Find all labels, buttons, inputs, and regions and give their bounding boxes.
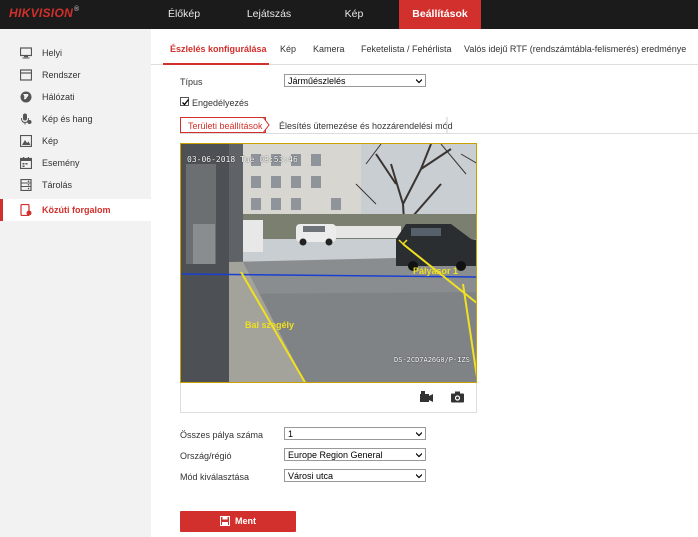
tab-camera[interactable]: Kamera xyxy=(313,44,345,54)
lane-label: Pályasor 1 xyxy=(413,266,459,276)
save-button-label: Ment xyxy=(235,516,256,526)
subtab-area-settings-label: Területi beállítások xyxy=(188,121,263,131)
sidebar-item-label: Tárolás xyxy=(42,180,73,190)
video-toolbar xyxy=(180,383,477,413)
image-icon xyxy=(20,135,32,147)
camera-icon[interactable] xyxy=(451,391,464,403)
chevron-down-icon xyxy=(416,79,422,84)
sidebar-item-label: Hálózati xyxy=(42,92,75,102)
sidebar-item-label: Közúti forgalom xyxy=(42,205,111,215)
top-bar: HIKVISION® Élőkép Lejátszás Kép Beállítá… xyxy=(0,0,698,29)
sidebar-item-label: Helyi xyxy=(42,48,63,58)
lanes-select-value: 1 xyxy=(288,429,294,439)
country-label: Ország/régió xyxy=(180,451,232,461)
tab-blacklist-whitelist[interactable]: Feketelista / Fehérlista xyxy=(361,44,452,54)
nav-live-view[interactable]: Élőkép xyxy=(158,0,210,29)
type-select[interactable]: Járműészlelés xyxy=(284,74,426,87)
calendar-icon xyxy=(20,157,32,169)
tab-active-indicator xyxy=(163,63,269,65)
subtab-separator xyxy=(446,117,448,133)
enable-checkbox[interactable] xyxy=(180,97,190,106)
lanes-label: Összes pálya száma xyxy=(180,430,264,440)
camera-scene xyxy=(181,144,476,382)
chevron-down-icon xyxy=(416,453,422,458)
live-video-view[interactable]: 03-06-2018 Tue 09:53:46 DS-2CD7A26G0/P-I… xyxy=(180,143,477,383)
system-icon xyxy=(20,69,32,81)
subtab-arming-schedule[interactable]: Élesítés ütemezése és hozzárendelési mód xyxy=(279,121,453,131)
check-icon xyxy=(182,99,190,106)
sidebar-item-label: Rendszer xyxy=(42,70,81,80)
sidebar-item-label: Kép xyxy=(42,136,59,146)
nav-picture[interactable]: Kép xyxy=(335,0,373,29)
sidebar: Helyi Rendszer Hálózati Kép és hang Kép … xyxy=(0,29,151,537)
country-select[interactable]: Europe Region General xyxy=(284,448,426,461)
tab-picture[interactable]: Kép xyxy=(280,44,296,54)
subtab-arrow xyxy=(263,117,270,134)
enable-label: Engedélyezés xyxy=(192,98,249,108)
video-timestamp: 03-06-2018 Tue 09:53:46 xyxy=(187,155,298,164)
chevron-down-icon xyxy=(416,474,422,479)
nav-playback[interactable]: Lejátszás xyxy=(240,0,298,29)
tab-realtime-anpr[interactable]: Valós idejű RTF (rendszámtábla-felismeré… xyxy=(464,44,686,54)
save-button[interactable]: Ment xyxy=(180,511,296,532)
mode-label: Mód kiválasztása xyxy=(180,472,250,482)
sidebar-item-network[interactable]: Hálózati xyxy=(0,86,151,108)
sidebar-item-storage[interactable]: Tárolás xyxy=(0,174,151,196)
brand-logo: HIKVISION® xyxy=(9,6,80,20)
sidebar-item-video-audio[interactable]: Kép és hang xyxy=(0,108,151,130)
type-select-value: Járműészlelés xyxy=(288,76,346,86)
sidebar-item-label: Esemény xyxy=(42,158,80,168)
sidebar-item-local[interactable]: Helyi xyxy=(0,42,151,64)
sidebar-item-label: Kép és hang xyxy=(42,114,93,124)
nav-configuration[interactable]: Beállítások xyxy=(399,0,481,29)
type-label: Típus xyxy=(180,77,203,87)
sidebar-item-road-traffic[interactable]: Közúti forgalom xyxy=(0,199,151,221)
record-icon[interactable] xyxy=(420,391,433,403)
microphone-icon xyxy=(21,113,32,125)
left-edge-label: Bal szegély xyxy=(245,320,295,330)
subtab-divider xyxy=(180,133,698,134)
sidebar-item-system[interactable]: Rendszer xyxy=(0,64,151,86)
floppy-disk-icon xyxy=(220,516,230,526)
country-select-value: Europe Region General xyxy=(288,450,383,460)
monitor-icon xyxy=(20,47,32,59)
traffic-icon xyxy=(20,204,32,216)
sidebar-item-event[interactable]: Esemény xyxy=(0,152,151,174)
chevron-down-icon xyxy=(416,432,422,437)
mode-select-value: Városi utca xyxy=(288,471,334,481)
mode-select[interactable]: Városi utca xyxy=(284,469,426,482)
storage-icon xyxy=(20,179,32,191)
tab-detection-config[interactable]: Észlelés konfigurálása xyxy=(170,44,267,54)
lanes-select[interactable]: 1 xyxy=(284,427,426,440)
video-device-model: DS-2CD7A26G0/P-IZS xyxy=(394,356,470,364)
sidebar-item-image[interactable]: Kép xyxy=(0,130,151,152)
globe-icon xyxy=(20,91,32,103)
